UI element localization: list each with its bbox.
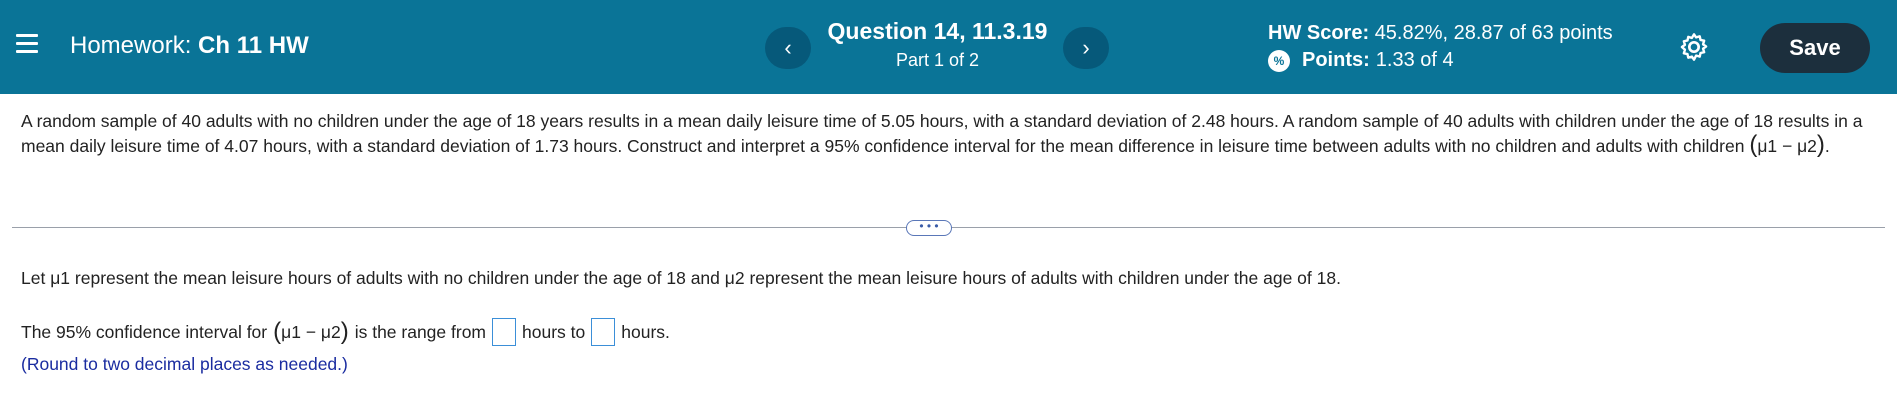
ci-expression: μ1 − μ2 <box>281 321 341 342</box>
save-button[interactable]: Save <box>1760 23 1870 73</box>
next-question-button[interactable]: › <box>1063 27 1109 69</box>
definition-line: Let μ1 represent the mean leisure hours … <box>21 268 1341 289</box>
homework-label: Homework: <box>70 32 192 59</box>
question-title: Question 14, 11.3.19 <box>827 18 1048 44</box>
hw-score-label: HW Score: <box>1268 22 1370 44</box>
homework-title: Homework: Ch 11 HW <box>70 32 309 60</box>
ci-mid: is the range from <box>354 321 487 342</box>
rounding-note: (Round to two decimal places as needed.) <box>21 354 348 374</box>
hw-score-value: 45.82%, 28.87 of 63 points <box>1374 22 1613 44</box>
let-post: represent the mean leisure hours of adul… <box>749 268 1341 288</box>
question-part: Part 1 of 2 <box>895 50 980 70</box>
points-label: Points: <box>1302 49 1370 71</box>
problem-statement: A random sample of 40 adults with no chi… <box>21 111 1863 158</box>
ci-pre: The 95% confidence interval for <box>21 321 268 342</box>
let-pre: Let <box>21 268 46 288</box>
expand-button[interactable]: • • • <box>906 220 952 236</box>
problem-text: A random sample of 40 adults with no chi… <box>21 111 1863 156</box>
confidence-interval-line: The 95% confidence interval for (μ1 − μ2… <box>21 318 670 346</box>
difference-expression: μ1 − μ2 <box>1757 136 1817 156</box>
menu-icon[interactable] <box>16 34 38 56</box>
ci-post: hours. <box>621 321 670 342</box>
upper-bound-input[interactable] <box>591 318 616 346</box>
homework-name: Ch 11 HW <box>198 32 309 59</box>
top-bar: Homework: Ch 11 HW ‹ Question 14, 11.3.1… <box>0 0 1897 94</box>
points-value: 1.33 of 4 <box>1375 49 1454 71</box>
mu1-symbol: μ1 <box>50 268 71 288</box>
settings-gear-icon[interactable] <box>1678 31 1710 63</box>
ci-between: hours to <box>522 321 586 342</box>
mu2-symbol: μ2 <box>724 268 745 288</box>
let-mid: represent the mean leisure hours of adul… <box>74 268 720 288</box>
points: % Points: 1.33 of 4 <box>1268 49 1454 72</box>
hw-score: HW Score: 45.82%, 28.87 of 63 points <box>1268 22 1613 45</box>
partial-credit-icon: % <box>1268 49 1290 72</box>
problem-end: . <box>1824 136 1830 156</box>
lower-bound-input[interactable] <box>492 318 517 346</box>
